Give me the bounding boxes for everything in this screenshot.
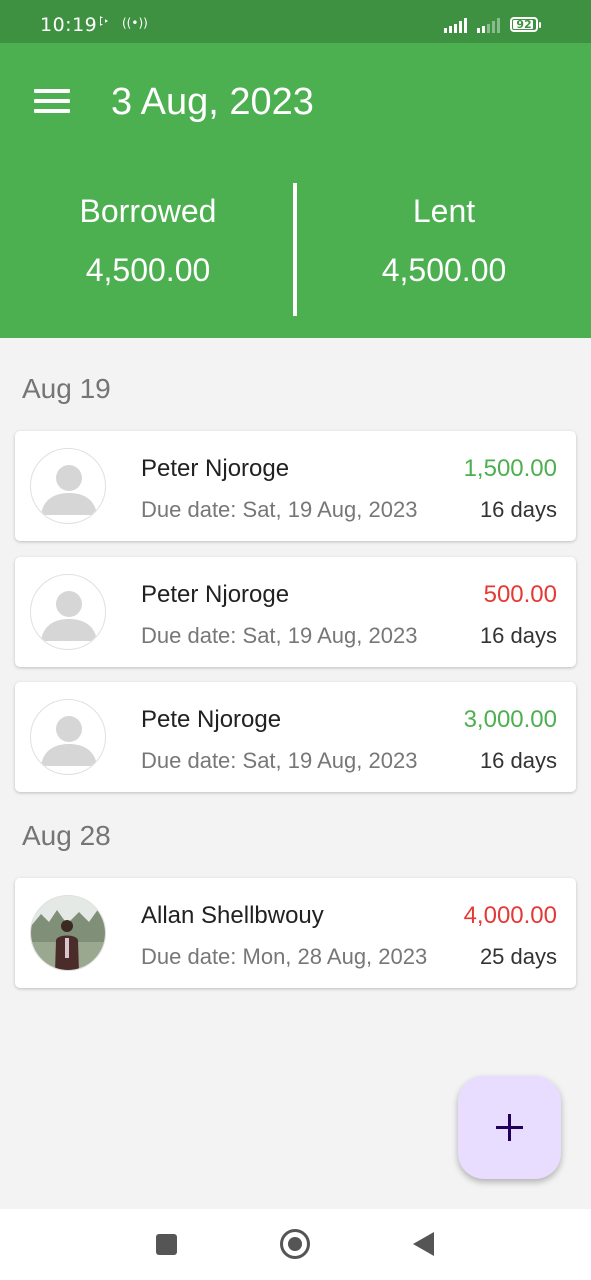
plus-icon (496, 1114, 523, 1141)
lent-value: 4,500.00 (381, 252, 507, 288)
signal-icon-2 (477, 18, 500, 33)
avatar (30, 574, 106, 650)
signal-icon (444, 18, 467, 33)
status-bar: 10:19 ((•)) 92 (0, 0, 591, 43)
debt-list-item[interactable]: Peter Njoroge Due date: Sat, 19 Aug, 202… (15, 557, 576, 667)
due-date: Due date: Sat, 19 Aug, 2023 (141, 748, 418, 773)
recents-button[interactable] (156, 1234, 177, 1255)
amount: 3,000.00 (463, 706, 557, 733)
status-time: 10:19 (40, 14, 98, 36)
app-header: 3 Aug, 2023 Borrowed 4,500.00 Lent 4,500… (0, 43, 591, 338)
lent-summary: Lent 4,500.00 (296, 193, 591, 289)
lent-label: Lent (412, 193, 476, 229)
amount: 500.00 (483, 581, 557, 608)
section-heading: Aug 19 (22, 373, 111, 404)
add-button[interactable] (458, 1076, 561, 1179)
borrowed-label: Borrowed (79, 193, 217, 229)
battery-icon: 92 (510, 17, 541, 32)
borrowed-value: 4,500.00 (85, 252, 211, 288)
avatar (30, 699, 106, 775)
profile-photo (31, 896, 105, 970)
person-name: Pete Njoroge (141, 706, 282, 733)
battery-level: 92 (516, 18, 532, 31)
avatar (30, 895, 106, 971)
due-date: Due date: Mon, 28 Aug, 2023 (141, 944, 428, 969)
play-icon (100, 16, 108, 26)
home-button[interactable] (280, 1229, 310, 1259)
person-name: Peter Njoroge (141, 581, 290, 608)
debt-list-item[interactable]: Peter Njoroge Due date: Sat, 19 Aug, 202… (15, 431, 576, 541)
days-remaining: 16 days (479, 623, 557, 648)
amount: 4,000.00 (463, 902, 557, 929)
menu-icon[interactable] (34, 89, 70, 115)
page-title: 3 Aug, 2023 (111, 81, 314, 123)
borrowed-summary: Borrowed 4,500.00 (0, 193, 296, 289)
debt-list-item[interactable]: Allan Shellbwouy Due date: Mon, 28 Aug, … (15, 878, 576, 988)
default-person-icon (41, 591, 97, 641)
days-remaining: 25 days (479, 944, 557, 969)
person-name: Allan Shellbwouy (141, 902, 324, 929)
debt-list-item[interactable]: Pete Njoroge Due date: Sat, 19 Aug, 2023… (15, 682, 576, 792)
avatar (30, 448, 106, 524)
default-person-icon (41, 716, 97, 766)
default-person-icon (41, 465, 97, 515)
back-button[interactable] (413, 1232, 434, 1256)
amount: 1,500.00 (463, 455, 557, 482)
person-name: Peter Njoroge (141, 455, 290, 482)
days-remaining: 16 days (479, 748, 557, 773)
section-heading: Aug 28 (22, 820, 111, 851)
due-date: Due date: Sat, 19 Aug, 2023 (141, 623, 418, 648)
system-nav-bar (0, 1209, 591, 1280)
due-date: Due date: Sat, 19 Aug, 2023 (141, 497, 418, 522)
hotspot-icon: ((•)) (122, 16, 148, 30)
days-remaining: 16 days (479, 497, 557, 522)
